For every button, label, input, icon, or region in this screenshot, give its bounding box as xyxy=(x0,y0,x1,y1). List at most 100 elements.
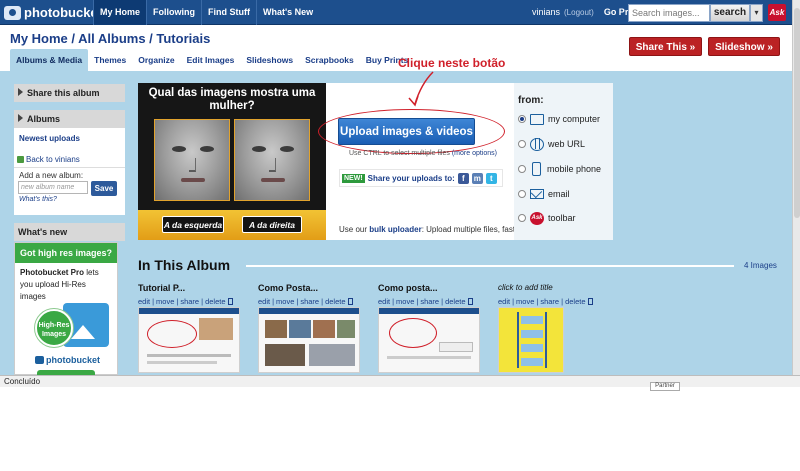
bulk-uploader-text: Use our bulk uploader: Upload multiple f… xyxy=(339,225,517,234)
radio-button[interactable] xyxy=(518,214,526,222)
mouth xyxy=(181,178,205,182)
move-link[interactable]: move xyxy=(156,297,174,306)
logo-text: photobucket xyxy=(24,5,102,20)
section-divider xyxy=(246,265,734,267)
bulk-suffix: : Upload multiple files, fast! xyxy=(421,225,518,234)
share-this-button[interactable]: Share This » xyxy=(629,37,702,56)
tab-slideshows[interactable]: Slideshows xyxy=(240,49,299,71)
computer-icon xyxy=(530,113,544,125)
share-link[interactable]: share xyxy=(540,297,559,306)
edit-link[interactable]: edit xyxy=(138,297,150,306)
radio-button[interactable] xyxy=(518,165,526,173)
share-link[interactable]: share xyxy=(180,297,199,306)
nav-following[interactable]: Following xyxy=(146,0,201,25)
thumbnail-image[interactable] xyxy=(378,307,480,373)
album-name-input[interactable]: new album name xyxy=(18,181,88,194)
promo-pro-name: Photobucket Pro xyxy=(20,268,85,277)
album-item: Como Posta... edit | move | share | delete xyxy=(258,283,362,373)
radio-button[interactable] xyxy=(518,190,526,198)
radio-button[interactable] xyxy=(518,115,526,123)
new-badge: NEW! xyxy=(342,173,365,183)
nav-my-home[interactable]: My Home xyxy=(93,0,147,25)
radio-button[interactable] xyxy=(518,140,526,148)
scrollbar-thumb[interactable] xyxy=(794,8,800,218)
logout-link[interactable]: (Logout) xyxy=(564,0,594,25)
copy-icon[interactable] xyxy=(587,297,593,305)
image-count[interactable]: 4 Images xyxy=(744,261,777,270)
search-input[interactable]: Search images... xyxy=(628,4,710,22)
save-album-button[interactable]: Save xyxy=(91,181,117,196)
item-title[interactable]: Tutorial P... xyxy=(138,283,242,295)
annotation-arrow-icon xyxy=(408,71,434,107)
hi-res-promo[interactable]: Got high res images? Photobucket Pro let… xyxy=(14,242,118,376)
share-album-box[interactable]: Share this album xyxy=(14,84,125,102)
back-link[interactable]: Back to vinians xyxy=(14,155,125,164)
bulk-prefix: Use our xyxy=(339,225,370,234)
facebook-icon[interactable]: f xyxy=(457,172,469,184)
thumbnail-image[interactable] xyxy=(498,307,564,373)
delete-link[interactable]: delete xyxy=(325,297,345,306)
ctrl-hint-text: Use CTRL to select multiple files xyxy=(349,150,450,157)
source-option-mobile[interactable]: mobile phone xyxy=(518,161,601,177)
share-link[interactable]: share xyxy=(300,297,319,306)
face-image-left xyxy=(154,119,230,201)
source-option-web-url[interactable]: web URL xyxy=(518,136,585,152)
photobucket-logo[interactable]: photobucket xyxy=(4,3,102,22)
username[interactable]: vinians xyxy=(532,0,560,25)
tab-albums-media[interactable]: Albums & Media xyxy=(10,49,89,71)
source-label: toolbar xyxy=(548,213,576,223)
slideshow-button[interactable]: Slideshow » xyxy=(708,37,780,56)
answer-right-button[interactable]: A da direita xyxy=(242,216,302,233)
whats-this-link[interactable]: What's this? xyxy=(14,196,125,203)
item-actions: edit | move | share | delete xyxy=(138,295,242,307)
source-option-toolbar[interactable]: Ask toolbar xyxy=(518,210,576,226)
twitter-icon[interactable]: t xyxy=(485,172,497,184)
tab-scrapbooks[interactable]: Scrapbooks xyxy=(299,49,360,71)
edit-link[interactable]: edit xyxy=(258,297,270,306)
move-link[interactable]: move xyxy=(516,297,534,306)
search-button[interactable]: search xyxy=(710,4,750,22)
more-options-link[interactable]: (more options) xyxy=(452,150,497,157)
move-link[interactable]: move xyxy=(396,297,414,306)
source-option-computer[interactable]: my computer xyxy=(518,111,600,127)
thumbnail-image[interactable] xyxy=(138,307,240,373)
mouth xyxy=(261,178,285,182)
delete-link[interactable]: delete xyxy=(565,297,585,306)
copy-icon[interactable] xyxy=(347,297,353,305)
delete-link[interactable]: delete xyxy=(445,297,465,306)
myspace-icon[interactable]: m xyxy=(471,172,483,184)
source-option-email[interactable]: email xyxy=(518,186,570,202)
back-link-text[interactable]: Back to vinians xyxy=(26,155,80,164)
delete-link[interactable]: delete xyxy=(205,297,225,306)
face-image-right xyxy=(234,119,310,201)
tab-edit-images[interactable]: Edit Images xyxy=(181,49,241,71)
ask-toolbar-icon[interactable]: Ask xyxy=(768,4,786,21)
tab-themes[interactable]: Themes xyxy=(88,49,132,71)
item-title[interactable]: Como posta... xyxy=(378,283,482,295)
nav-find-stuff[interactable]: Find Stuff xyxy=(201,0,256,25)
answer-left-button[interactable]: A da esquerda xyxy=(162,216,224,233)
edit-link[interactable]: edit xyxy=(378,297,390,306)
move-link[interactable]: move xyxy=(276,297,294,306)
quiz-question: Qual das imagens mostra uma mulher? xyxy=(148,87,316,112)
thumbnail-image[interactable] xyxy=(258,307,360,373)
edit-link[interactable]: edit xyxy=(498,297,510,306)
nav-whats-new[interactable]: What's New xyxy=(256,0,319,25)
item-title[interactable]: click to add title xyxy=(498,283,602,295)
share-album-title: Share this album xyxy=(27,88,100,98)
copy-icon[interactable] xyxy=(467,297,473,305)
albums-header[interactable]: Albums xyxy=(14,110,125,128)
ctrl-hint: Use CTRL to select multiple files (more … xyxy=(349,150,497,157)
copy-icon[interactable] xyxy=(227,297,233,305)
vertical-scrollbar[interactable] xyxy=(792,0,800,375)
tab-organize[interactable]: Organize xyxy=(132,49,180,71)
browser-status-bar: Concluído xyxy=(0,375,800,387)
breadcrumb[interactable]: My Home / All Albums / Tutoriais xyxy=(10,31,210,46)
newest-uploads-link[interactable]: Newest uploads xyxy=(14,134,125,143)
bulk-uploader-link[interactable]: bulk uploader xyxy=(369,225,421,234)
search-dropdown-icon[interactable]: ▾ xyxy=(750,4,763,22)
share-link[interactable]: share xyxy=(420,297,439,306)
share-album-header[interactable]: Share this album xyxy=(14,84,125,102)
highlight-ellipse xyxy=(318,109,505,154)
item-title[interactable]: Como Posta... xyxy=(258,283,362,295)
